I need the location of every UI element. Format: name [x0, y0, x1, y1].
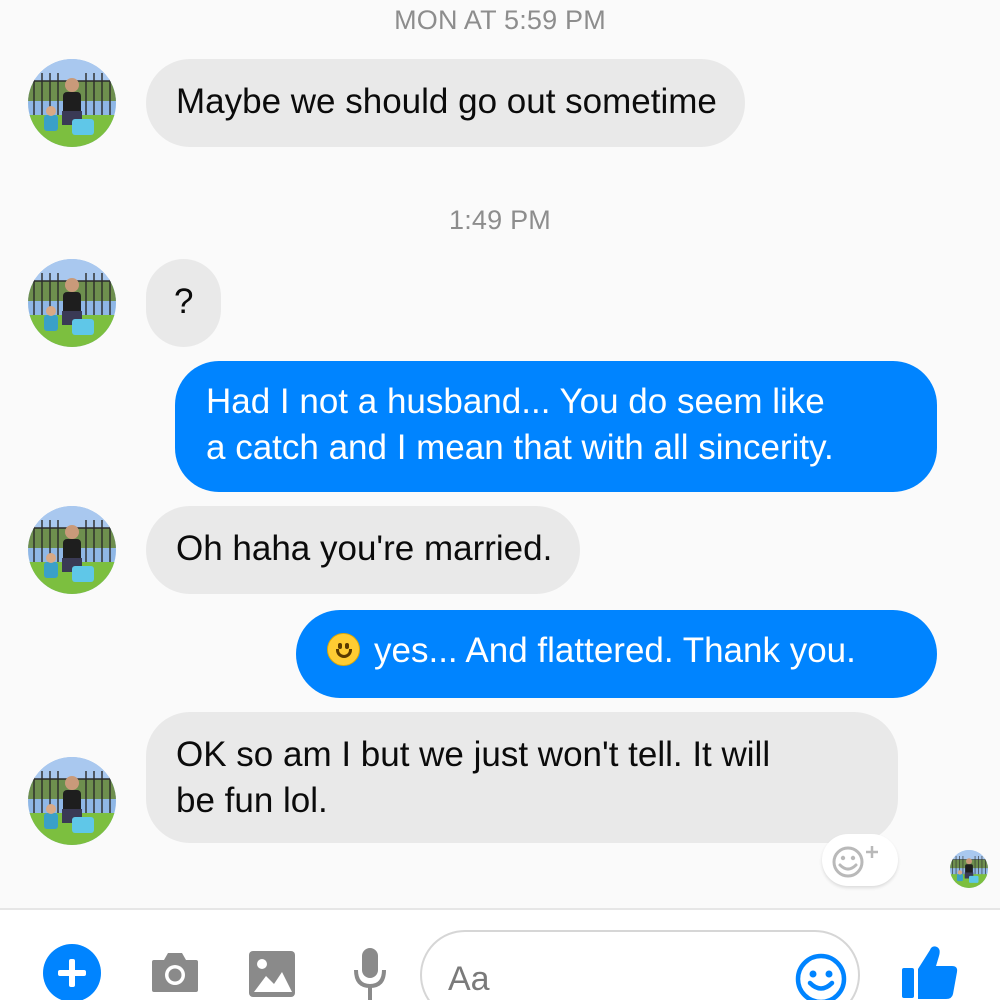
add-reaction-button[interactable]	[822, 834, 898, 886]
emoji-icon[interactable]	[794, 952, 848, 1000]
microphone-icon[interactable]	[352, 946, 388, 1000]
incoming-message[interactable]: OK so am I but we just won't tell. It wi…	[146, 712, 898, 843]
incoming-message[interactable]: ?	[146, 259, 222, 347]
timestamp-time: 1:49 PM	[449, 205, 551, 235]
plus-icon[interactable]	[42, 943, 102, 1000]
contact-avatar[interactable]	[28, 757, 116, 845]
image-icon[interactable]	[248, 950, 296, 998]
contact-avatar[interactable]	[28, 259, 116, 347]
add-reaction-icon	[832, 846, 878, 878]
message-text-line: be fun lol.	[176, 781, 328, 820]
seen-indicator-avatar	[950, 850, 988, 888]
incoming-message[interactable]: Oh haha you're married.	[146, 506, 581, 594]
outgoing-message[interactable]: Had I not a husband... You do seem like …	[175, 361, 937, 492]
timestamp-monday: MON AT 5:59 PM	[394, 5, 606, 35]
message-text-line: OK so am I but we just won't tell. It wi…	[176, 735, 771, 774]
outgoing-message[interactable]: yes... And flattered. Thank you.	[296, 610, 937, 698]
incoming-message[interactable]: Maybe we should go out sometime	[146, 59, 745, 147]
message-text-line: Had I not a husband... You do seem like	[206, 382, 825, 421]
thumbs-up-icon[interactable]	[900, 942, 960, 1000]
message-text: yes... And flattered. Thank you.	[374, 631, 856, 670]
slightly-smiling-face-icon	[327, 633, 360, 666]
message-input[interactable]	[448, 956, 788, 1000]
message-text: Oh haha you're married.	[176, 529, 553, 568]
message-text: Maybe we should go out sometime	[176, 82, 717, 121]
message-text-line: a catch and I mean that with all sinceri…	[206, 428, 834, 467]
message-text: ?	[174, 282, 194, 321]
contact-avatar[interactable]	[28, 59, 116, 147]
camera-icon[interactable]	[150, 950, 200, 994]
contact-avatar[interactable]	[28, 506, 116, 594]
message-input-wrapper	[420, 930, 860, 1000]
message-composer	[0, 908, 1000, 1000]
